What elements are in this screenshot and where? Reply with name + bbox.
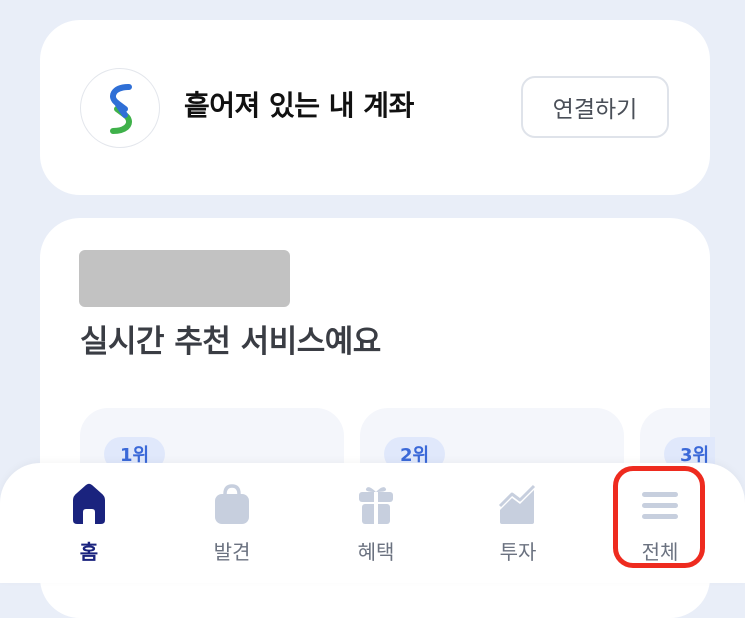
- redacted-block: [79, 250, 290, 307]
- tab-discover-label: 발견: [213, 540, 251, 564]
- tab-benefit-label: 혜택: [357, 540, 395, 564]
- home-icon: [73, 483, 105, 524]
- gift-icon: [359, 487, 393, 524]
- bag-icon: [215, 484, 249, 524]
- tab-home[interactable]: 홈: [29, 478, 149, 568]
- account-title: 흩어져 있는 내 계좌: [184, 89, 414, 122]
- connect-button[interactable]: 연결하기: [521, 76, 669, 138]
- chart-icon: [498, 484, 536, 524]
- highlight-box: [613, 466, 705, 568]
- bank-logo: [80, 68, 160, 148]
- tab-benefit[interactable]: 혜택: [316, 478, 436, 568]
- recommend-title: 실시간 추천 서비스예요: [80, 324, 381, 360]
- tab-invest[interactable]: 투자: [458, 478, 578, 568]
- bank-logo-icon: [110, 84, 132, 134]
- tab-home-label: 홈: [79, 540, 99, 564]
- tab-invest-label: 투자: [499, 540, 537, 564]
- tab-discover[interactable]: 발견: [172, 478, 292, 568]
